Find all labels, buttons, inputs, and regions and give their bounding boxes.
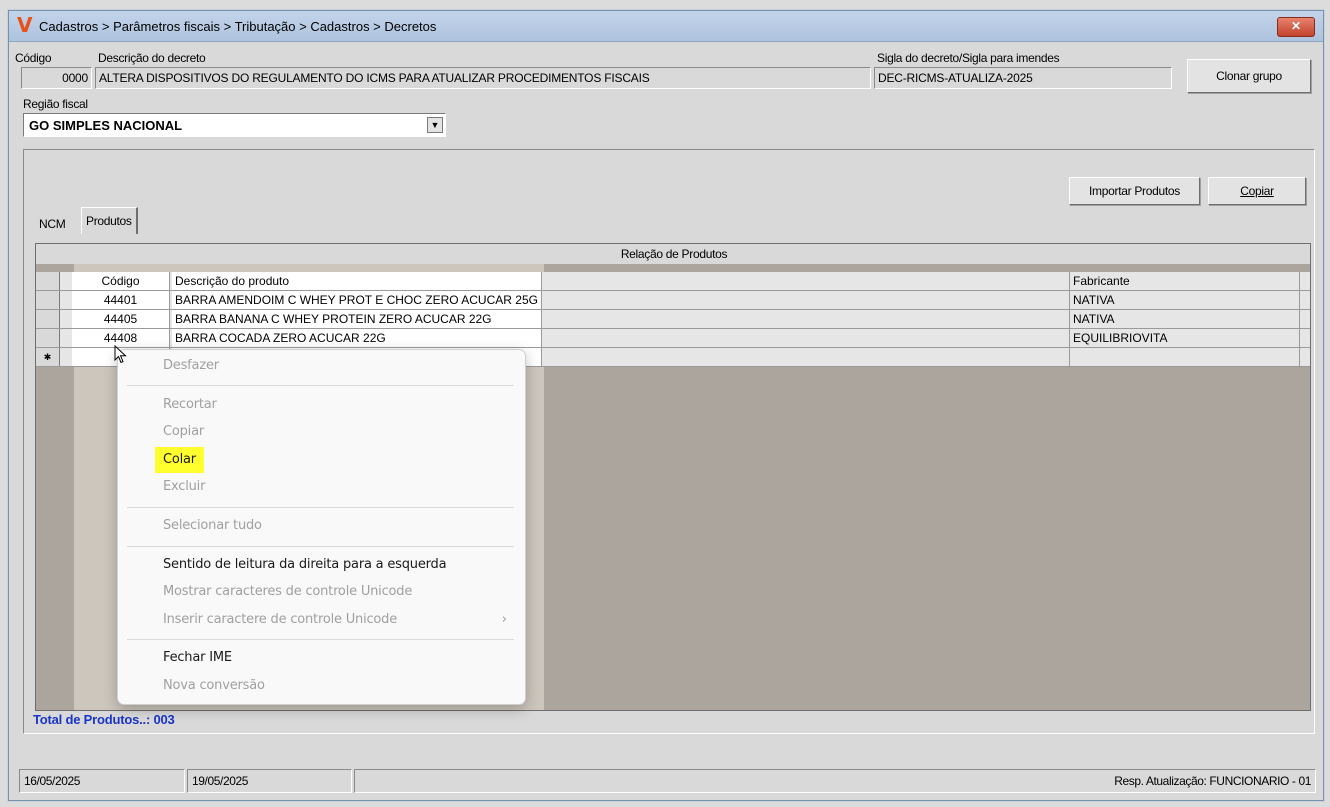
menu-item-copiar[interactable]: Copiar [163,419,204,445]
cell-spacer [542,329,1070,347]
clonar-grupo-button[interactable]: Clonar grupo [1187,59,1311,93]
new-row-marker-icon: ✱ [36,348,60,366]
header-descricao[interactable]: Descrição do produto [172,272,542,290]
header-codigo[interactable]: Código [72,272,170,290]
menu-item-rtl[interactable]: Sentido de leitura da direita para a esq… [163,552,447,578]
menu-item-desfazer[interactable]: Desfazer [163,353,219,379]
table-row[interactable]: 44408 BARRA COCADA ZERO ACUCAR 22G EQUIL… [36,329,1310,348]
row-selector[interactable] [36,291,60,309]
total-produtos: Total de Produtos..: 003 [33,712,175,727]
cell-spacer [542,310,1070,328]
cell-descricao[interactable]: BARRA BANANA C WHEY PROTEIN ZERO ACUCAR … [172,310,542,328]
menu-item-excluir[interactable]: Excluir [163,474,205,500]
mouse-pointer-icon [114,345,127,364]
cell-spacer [542,348,1070,366]
copiar-button[interactable]: Copiar [1208,177,1306,205]
status-responsavel: Resp. Atualização: FUNCIONARIO - 01 [354,769,1316,793]
descricao-label: Descrição do decreto [98,51,206,65]
cell-fabricante-new[interactable] [1070,348,1300,366]
menu-item-fechar-ime[interactable]: Fechar IME [163,645,232,671]
header-spacer [542,272,1070,290]
grid-header-row: Código Descrição do produto Fabricante [36,272,1310,291]
descricao-field[interactable]: ALTERA DISPOSITIVOS DO REGULAMENTO DO IC… [95,67,871,89]
menu-item-nova-conversao[interactable]: Nova conversão [163,673,265,699]
cell-fabricante[interactable]: NATIVA [1070,310,1300,328]
row-selector[interactable] [36,329,60,347]
window-title: Cadastros > Parâmetros fiscais > Tributa… [39,19,437,34]
cell-fabricante[interactable]: EQUILIBRIOVITA [1070,329,1300,347]
sigla-field[interactable]: DEC-RICMS-ATUALIZA-2025 [874,67,1172,89]
menu-item-inserir-unicode[interactable]: Inserir caractere de controle Unicode [163,607,397,633]
cell-descricao[interactable]: BARRA AMENDOIM C WHEY PROT E CHOC ZERO A… [172,291,542,309]
codigo-label: Código [15,51,52,65]
chevron-right-icon: › [501,612,507,627]
cell-codigo[interactable]: 44401 [72,291,170,309]
grid-caption: Relação de Produtos [36,244,1310,264]
menu-separator [127,639,514,640]
menu-item-colar[interactable]: Colar [155,447,204,473]
table-row[interactable]: 44401 BARRA AMENDOIM C WHEY PROT E CHOC … [36,291,1310,310]
chevron-down-icon[interactable]: ▼ [427,117,443,133]
tab-produtos[interactable]: Produtos [81,207,138,234]
regiao-label: Região fiscal [23,97,88,111]
regiao-value: GO SIMPLES NACIONAL [29,118,183,133]
cell-spacer [542,291,1070,309]
cell-fabricante[interactable]: NATIVA [1070,291,1300,309]
menu-item-selecionar-tudo[interactable]: Selecionar tudo [163,513,262,539]
context-menu: Desfazer Recortar Copiar Colar Excluir S… [117,349,526,705]
importar-produtos-button[interactable]: Importar Produtos [1069,177,1200,205]
table-row[interactable]: 44405 BARRA BANANA C WHEY PROTEIN ZERO A… [36,310,1310,329]
row-selector[interactable] [36,272,60,290]
close-button[interactable]: ✕ [1277,17,1315,37]
sigla-label: Sigla do decreto/Sigla para imendes [877,51,1060,65]
menu-separator [127,546,514,547]
header-fabricante[interactable]: Fabricante [1070,272,1300,290]
row-selector[interactable] [36,310,60,328]
title-bar: V Cadastros > Parâmetros fiscais > Tribu… [9,11,1323,42]
codigo-field[interactable]: 0000 [21,67,92,89]
menu-item-recortar[interactable]: Recortar [163,392,217,418]
regiao-select[interactable]: GO SIMPLES NACIONAL ▼ [23,113,446,137]
cell-descricao[interactable]: BARRA COCADA ZERO ACUCAR 22G [172,329,542,347]
status-date-updated: 19/05/2025 [187,769,352,793]
status-date-created: 16/05/2025 [19,769,185,793]
menu-separator [127,507,514,508]
menu-item-mostrar-unicode[interactable]: Mostrar caracteres de controle Unicode [163,579,412,605]
menu-separator [127,385,514,386]
tab-ncm[interactable]: NCM [35,211,69,237]
app-logo-icon: V [17,13,33,37]
cell-codigo[interactable]: 44405 [72,310,170,328]
